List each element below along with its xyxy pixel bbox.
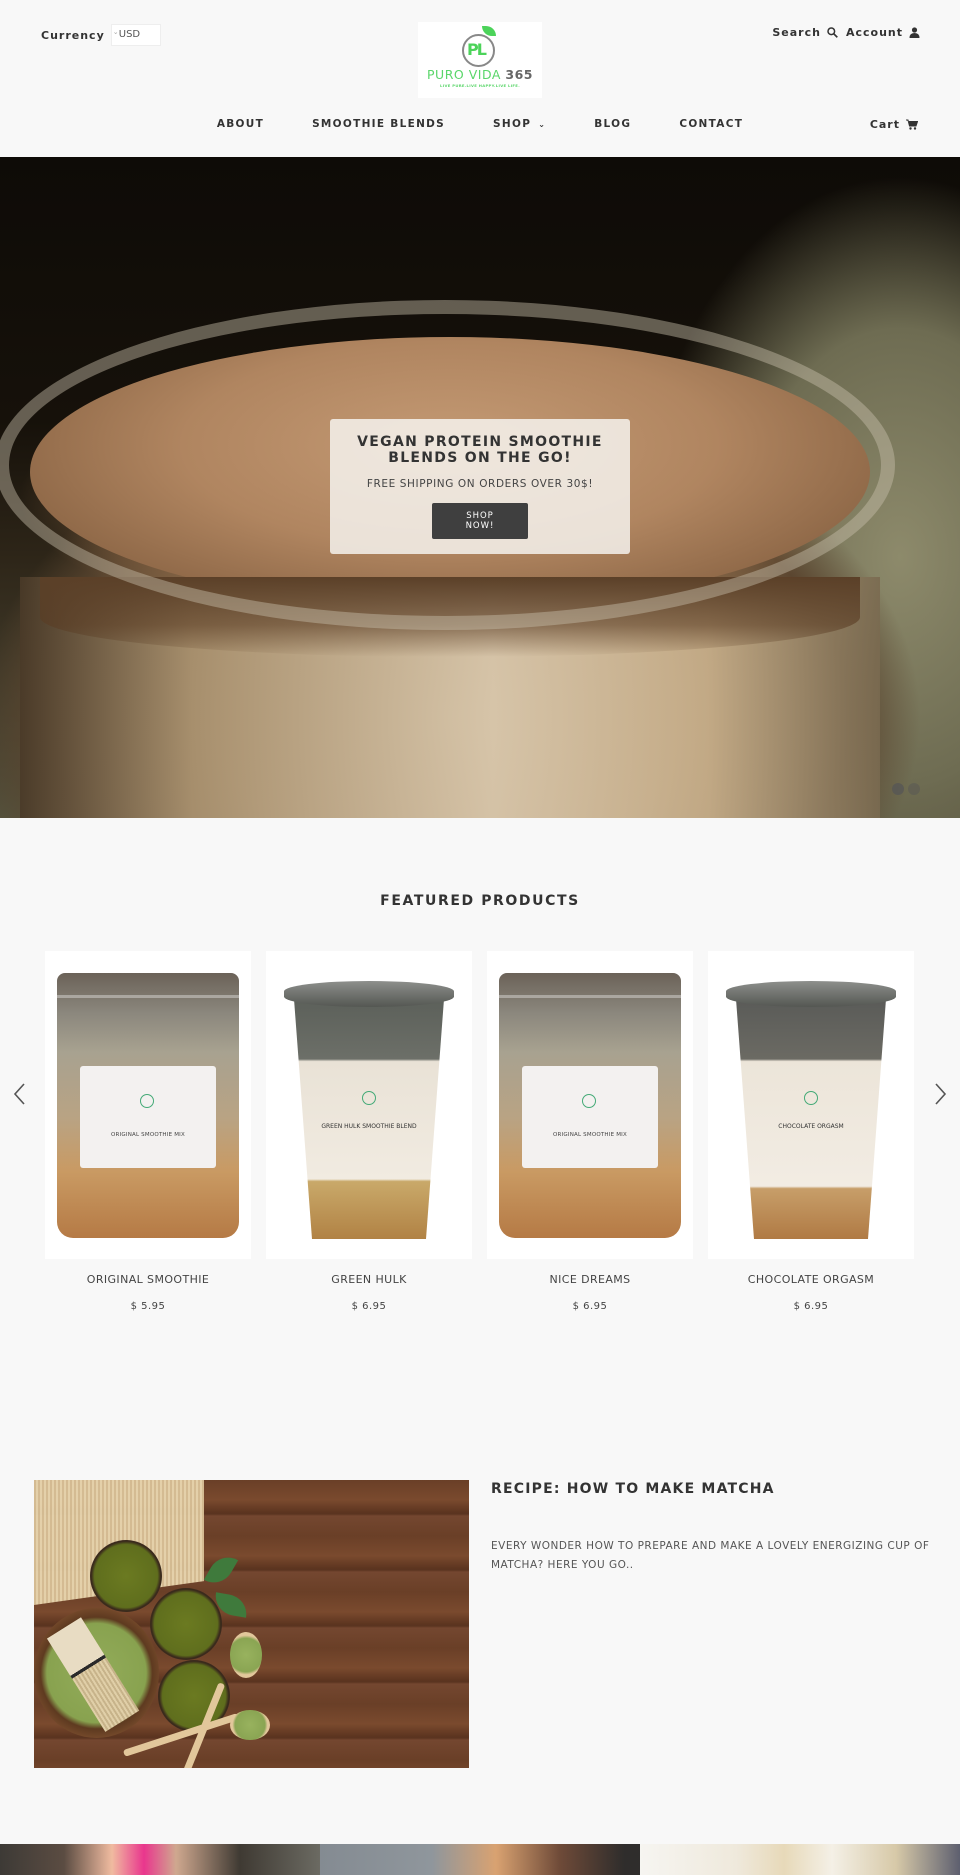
slide-dot-2[interactable] bbox=[908, 783, 920, 795]
product-name[interactable]: CHOCOLATE ORGASM bbox=[708, 1273, 914, 1286]
product-name[interactable]: NICE DREAMS bbox=[487, 1273, 693, 1286]
product-card[interactable]: GREEN HULK SMOOTHIE BLEND GREEN HULK $ 6… bbox=[266, 951, 472, 1312]
nav-item-contact[interactable]: CONTACT bbox=[679, 118, 743, 130]
recipe-image[interactable] bbox=[34, 1480, 469, 1768]
product-card[interactable]: CHOCOLATE ORGASM CHOCOLATE ORGASM $ 6.95 bbox=[708, 951, 914, 1312]
product-image[interactable]: ORIGINAL SMOOTHIE MIX bbox=[45, 951, 251, 1259]
hero-subtitle: FREE SHIPPING ON ORDERS OVER 30$! bbox=[366, 478, 594, 490]
currency-label: Currency bbox=[41, 28, 105, 42]
nav-item-about[interactable]: ABOUT bbox=[217, 118, 264, 130]
cart-label: Cart bbox=[869, 118, 900, 131]
pouch-image: ORIGINAL SMOOTHIE MIX bbox=[57, 973, 239, 1238]
nav-item-smoothie-blends[interactable]: SMOOTHIE BLENDS bbox=[312, 118, 445, 130]
account-link[interactable]: Account bbox=[846, 26, 920, 39]
slide-dot-1[interactable] bbox=[892, 783, 904, 795]
search-label: Search bbox=[772, 26, 821, 39]
user-icon bbox=[909, 27, 920, 38]
product-price: $ 5.95 bbox=[130, 1301, 166, 1312]
slide-indicators bbox=[888, 783, 920, 795]
currency-value: USD bbox=[118, 29, 141, 40]
product-carousel: ORIGINAL SMOOTHIE MIX ORIGINAL SMOOTHIE … bbox=[45, 951, 929, 1312]
recipe-excerpt: EVERY WONDER HOW TO PREPARE AND MAKE A L… bbox=[491, 1540, 930, 1571]
image-gallery-strip bbox=[0, 1844, 960, 1875]
product-card[interactable]: ORIGINAL SMOOTHIE MIX ORIGINAL SMOOTHIE … bbox=[45, 951, 251, 1312]
product-card[interactable]: ORIGINAL SMOOTHIE MIX NICE DREAMS $ 6.95 bbox=[487, 951, 693, 1312]
currency-dropdown[interactable]: ⌄ USD bbox=[110, 24, 161, 46]
product-image[interactable]: ORIGINAL SMOOTHIE MIX bbox=[487, 951, 693, 1259]
gallery-image[interactable] bbox=[640, 1844, 960, 1875]
gallery-image[interactable] bbox=[320, 1844, 640, 1875]
product-name[interactable]: ORIGINAL SMOOTHIE bbox=[45, 1273, 251, 1286]
recipe-title[interactable]: RECIPE: HOW TO MAKE MATCHA bbox=[491, 1481, 775, 1497]
chevron-right-icon[interactable] bbox=[930, 1080, 950, 1108]
hero-caption: VEGAN PROTEIN SMOOTHIE BLENDS ON THE GO!… bbox=[330, 419, 630, 554]
product-image[interactable]: GREEN HULK SMOOTHIE BLEND bbox=[266, 951, 472, 1259]
product-price: $ 6.95 bbox=[572, 1301, 608, 1312]
pouch-image: ORIGINAL SMOOTHIE MIX bbox=[499, 973, 681, 1238]
main-nav: ABOUT SMOOTHIE BLENDS SHOP ⌄ BLOG CONTACT bbox=[0, 118, 960, 130]
product-price: $ 6.95 bbox=[351, 1301, 387, 1312]
header-utilities: Search Account bbox=[772, 26, 920, 39]
search-icon bbox=[827, 27, 838, 38]
cup-image: GREEN HULK SMOOTHIE BLEND bbox=[284, 981, 454, 1241]
nav-item-shop[interactable]: SHOP ⌄ bbox=[493, 118, 546, 130]
gallery-image[interactable] bbox=[0, 1844, 320, 1875]
account-label: Account bbox=[845, 26, 903, 39]
chevron-down-icon: ⌄ bbox=[112, 28, 119, 36]
cart-icon bbox=[906, 119, 918, 130]
product-price: $ 6.95 bbox=[793, 1301, 829, 1312]
chevron-left-icon[interactable] bbox=[10, 1080, 30, 1108]
chevron-down-icon: ⌄ bbox=[538, 119, 547, 129]
hero-title: VEGAN PROTEIN SMOOTHIE BLENDS ON THE GO! bbox=[357, 434, 603, 466]
hero-slideshow: VEGAN PROTEIN SMOOTHIE BLENDS ON THE GO!… bbox=[0, 157, 960, 818]
logo-tagline: LIVE PURE.LIVE HAPPY.LIVE LIFE. bbox=[440, 83, 520, 88]
site-header: Currency ⌄ USD PL PURO VIDA 365 LIVE PUR… bbox=[0, 0, 960, 157]
cup-image: CHOCOLATE ORGASM bbox=[726, 981, 896, 1241]
product-image[interactable]: CHOCOLATE ORGASM bbox=[708, 951, 914, 1259]
featured-products-title: FEATURED PRODUCTS bbox=[380, 893, 580, 909]
cart-link[interactable]: Cart bbox=[870, 118, 918, 131]
logo-mark-icon: PL bbox=[460, 26, 500, 67]
nav-item-blog[interactable]: BLOG bbox=[594, 118, 631, 130]
logo-name: PURO VIDA 365 bbox=[427, 67, 533, 82]
shop-now-button[interactable]: SHOP NOW! bbox=[432, 503, 528, 539]
site-logo[interactable]: PL PURO VIDA 365 LIVE PURE.LIVE HAPPY.LI… bbox=[418, 22, 542, 98]
product-name[interactable]: GREEN HULK bbox=[266, 1273, 472, 1286]
currency-selector: Currency ⌄ USD bbox=[41, 24, 161, 46]
search-link[interactable]: Search bbox=[772, 26, 838, 39]
